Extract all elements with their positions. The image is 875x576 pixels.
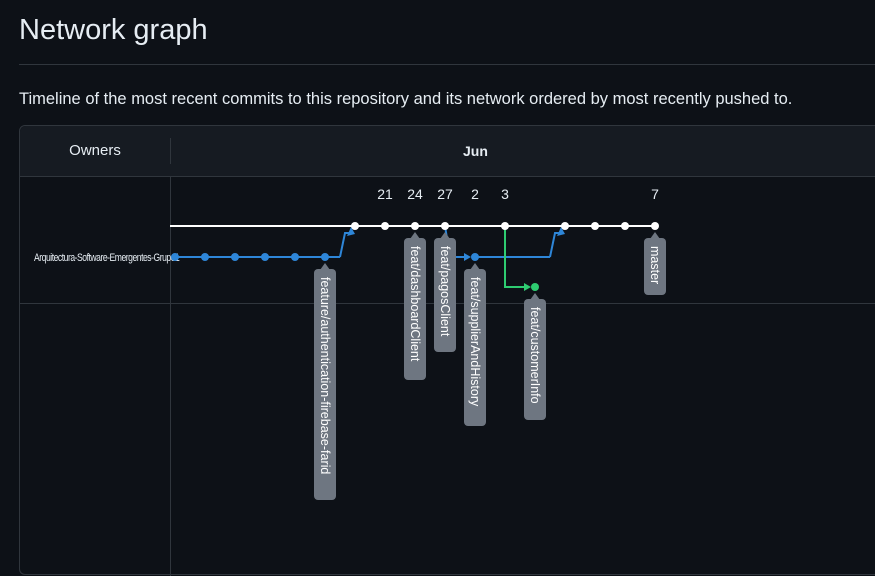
commit-dot[interactable] [651, 222, 659, 230]
commit-dot[interactable] [381, 222, 389, 230]
merge-connector [339, 232, 351, 258]
svg-text:feat/supplierAndHistory: feat/supplierAndHistory [468, 277, 482, 407]
svg-text:feat/dashboardClient: feat/dashboardClient [408, 246, 422, 362]
commit-dot[interactable] [621, 222, 629, 230]
day-label: 7 [651, 186, 659, 202]
commit-dot[interactable] [561, 222, 569, 230]
day-label: 27 [437, 186, 453, 202]
day-label: 2 [471, 186, 479, 202]
svg-text:master: master [648, 246, 662, 284]
commit-dot[interactable] [231, 253, 239, 261]
commit-dot[interactable] [291, 253, 299, 261]
commit-dot[interactable] [171, 253, 179, 261]
day-label: 24 [407, 186, 423, 202]
commit-dot[interactable] [471, 253, 479, 261]
branch-label-feat-dashboardClient[interactable]: feat/dashboardClient [404, 232, 426, 380]
commit-dot[interactable] [591, 222, 599, 230]
branch-label-feat-customerInfo[interactable]: feat/customerInfo [524, 293, 546, 420]
svg-text:feat/pagosClient: feat/pagosClient [438, 246, 452, 337]
commit-dot[interactable] [411, 222, 419, 230]
commit-graph-canvas[interactable]: 21 24 27 2 3 7 feature/authentication-fi… [0, 0, 875, 559]
branch-label-feat-supplierAndHistory[interactable]: feat/supplierAndHistory [464, 263, 486, 426]
commit-dot[interactable] [501, 222, 509, 230]
merge-connector [549, 232, 561, 258]
branch-label-master[interactable]: master [644, 232, 666, 295]
commit-dot[interactable] [261, 253, 269, 261]
day-label: 21 [377, 186, 393, 202]
commit-dot[interactable] [351, 222, 359, 230]
branch-arrow-icon [524, 283, 531, 291]
commit-dot[interactable] [321, 253, 329, 261]
svg-text:feat/customerInfo: feat/customerInfo [528, 307, 542, 404]
commit-dot[interactable] [531, 283, 539, 291]
branch-arrow-icon [464, 253, 471, 261]
commit-dot[interactable] [441, 222, 449, 230]
svg-text:feature/authentication-firebas: feature/authentication-firebase-farid [318, 277, 332, 474]
branch-label-feature-authentication[interactable]: feature/authentication-firebase-farid [314, 263, 336, 500]
branch-label-feat-pagosClient[interactable]: feat/pagosClient [434, 232, 456, 352]
day-label: 3 [501, 186, 509, 202]
commit-dot[interactable] [201, 253, 209, 261]
